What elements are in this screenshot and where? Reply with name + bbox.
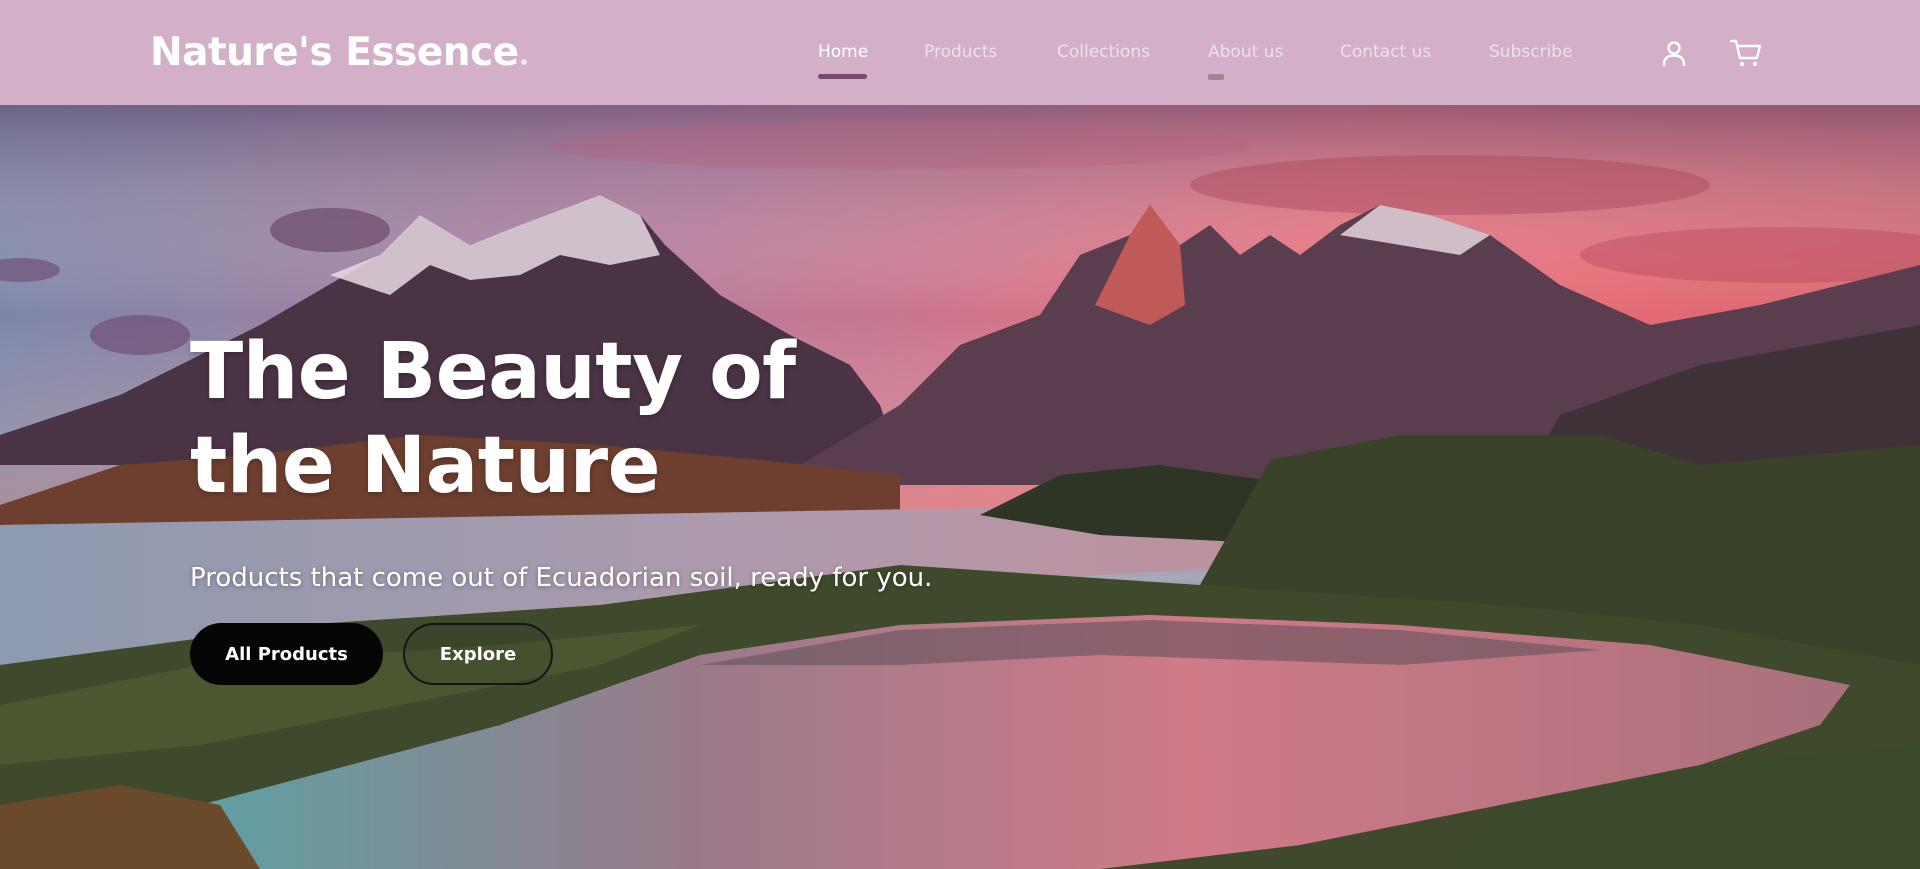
nav-item-contact-us[interactable]: Contact us [1340,42,1431,62]
nav-item-collections[interactable]: Collections [1057,42,1150,62]
cart-icon[interactable] [1729,38,1763,68]
hero-title: The Beauty of the Nature [190,327,796,511]
nav-item-label[interactable]: Collections [1057,42,1150,62]
nav-item-subscribe[interactable]: Subscribe [1489,42,1573,62]
site-header: Nature's Essence Home Products Collectio… [0,0,1920,105]
active-nav-indicator [818,74,867,79]
hero-content: The Beauty of the Nature Products that c… [190,325,950,685]
hero-subtitle: Products that come out of Ecuadorian soi… [190,563,933,593]
hero-section: The Beauty of the Nature Products that c… [0,105,1920,869]
hover-nav-indicator [1208,74,1224,80]
nav-item-label[interactable]: Home [818,42,868,62]
main-nav: Home Products Collections About us Conta… [0,0,1920,105]
nav-item-label[interactable]: Subscribe [1489,42,1573,62]
nav-item-about-us[interactable]: About us [1208,42,1283,80]
nav-item-home[interactable]: Home [818,42,868,79]
nav-item-label[interactable]: Products [924,42,997,62]
user-icon[interactable] [1659,38,1689,68]
nav-item-label[interactable]: Contact us [1340,42,1431,62]
explore-button[interactable]: Explore [403,623,553,685]
nav-item-products[interactable]: Products [924,42,997,62]
nav-item-label[interactable]: About us [1208,42,1283,62]
all-products-button[interactable]: All Products [190,623,383,685]
hero-buttons: All Products Explore [190,623,950,685]
